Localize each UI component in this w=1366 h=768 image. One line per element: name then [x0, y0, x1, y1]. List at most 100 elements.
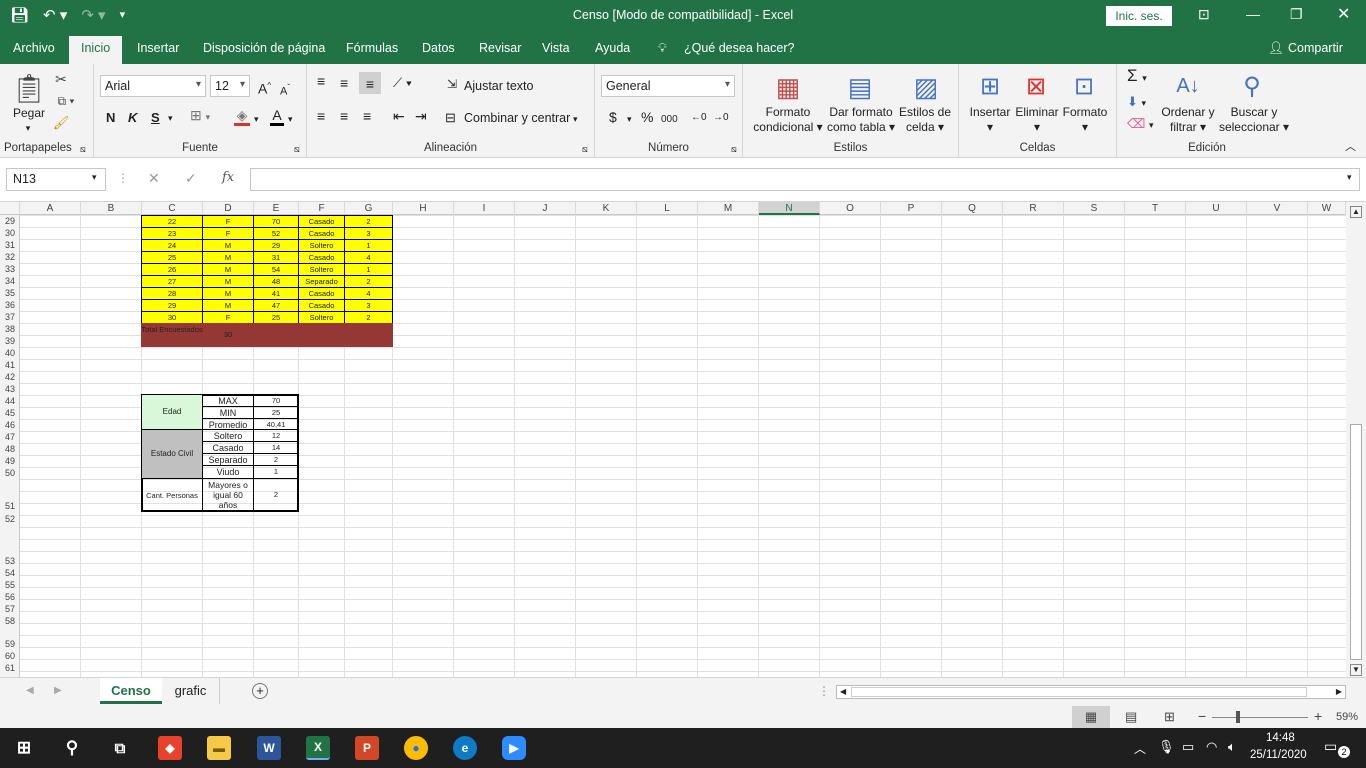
column-header[interactable]: E [254, 202, 299, 215]
paste-dropdown-icon[interactable]: ▾ [20, 121, 36, 136]
merge-center-icon[interactable]: ⊟ [445, 110, 456, 125]
search-icon[interactable]: ⚲ [60, 736, 84, 760]
tab-revisar[interactable]: Revisar [479, 41, 521, 55]
increase-indent-icon[interactable]: ⇥ [415, 109, 427, 124]
clipboard-launcher-icon[interactable]: ⧅ [80, 142, 86, 157]
tab-vista[interactable]: Vista [542, 41, 570, 55]
volume-icon[interactable]: 🔈︎ [1228, 739, 1236, 755]
scroll-down-icon[interactable]: ▼ [1350, 664, 1362, 676]
tray-chevron-icon[interactable]: ︿ [1134, 740, 1146, 757]
sort-filter-button[interactable]: Ordenar y filtrar ▾ [1157, 105, 1219, 135]
format-as-table-icon[interactable]: ▤ [843, 70, 877, 104]
column-header[interactable]: T [1125, 202, 1186, 215]
row-header[interactable]: 53 [0, 556, 20, 566]
worksheet-grid[interactable]: 22 F 70 Casado 2 23 F 52 Casado 3 24 M 2… [20, 215, 1346, 677]
increase-decimal-icon[interactable]: ←0 [691, 110, 707, 125]
row-header[interactable]: 58 [0, 616, 20, 626]
sign-in-button[interactable]: Inic. ses. [1106, 6, 1172, 26]
row-header[interactable]: 29 [0, 216, 20, 226]
cell-styles-icon[interactable]: ▨ [909, 70, 943, 104]
total-value[interactable]: 30 [202, 324, 254, 346]
thousands-button[interactable]: 000 [661, 112, 678, 127]
row-header[interactable]: 40 [0, 348, 20, 358]
font-name-select[interactable]: Arial [100, 75, 206, 97]
column-header[interactable]: C [142, 202, 203, 215]
underline-dropdown-icon[interactable]: ▾ [168, 111, 173, 126]
tab-inicio[interactable]: Inicio [69, 36, 123, 64]
clear-icon[interactable]: ⌫ ▾ [1127, 116, 1154, 133]
formula-input[interactable] [250, 168, 1360, 191]
hscroll-thumb[interactable] [851, 687, 1307, 697]
zoom-level[interactable]: 59% [1336, 711, 1358, 723]
anydesk-icon[interactable]: ◆ [158, 736, 182, 760]
delete-cells-icon[interactable]: ⊠ [1021, 70, 1051, 102]
battery-icon[interactable]: ▭ [1182, 739, 1194, 755]
increase-font-icon[interactable]: A^ [258, 78, 271, 97]
clock-date[interactable]: 25/11/2020 [1250, 749, 1307, 761]
scroll-right-icon[interactable]: ▶ [1336, 686, 1342, 698]
name-box-dropdown-icon[interactable]: ▾ [92, 172, 97, 183]
column-header[interactable]: J [515, 202, 576, 215]
bold-button[interactable]: N [106, 110, 115, 125]
align-top-icon[interactable]: ≡ [317, 74, 325, 89]
column-header[interactable]: F [299, 202, 345, 215]
tab-datos[interactable]: Datos [422, 41, 455, 55]
row-header[interactable]: 39 [0, 336, 20, 346]
sheet-tab-censo[interactable]: Censo [100, 678, 162, 704]
powerpoint-icon[interactable]: P [355, 736, 379, 760]
normal-view-icon[interactable]: ▦ [1072, 706, 1110, 728]
expand-formula-icon[interactable]: ▾ [1347, 172, 1352, 183]
currency-button[interactable]: $ [609, 110, 617, 125]
row-header[interactable]: 47 [0, 432, 20, 442]
file-explorer-icon[interactable]: ▬ [207, 736, 231, 760]
row-header[interactable]: 59 [0, 639, 20, 649]
number-format-select[interactable]: General [601, 75, 735, 97]
windows-start-icon[interactable]: ⊞ [12, 736, 36, 760]
italic-button[interactable]: K [128, 110, 137, 125]
row-header[interactable]: 35 [0, 288, 20, 298]
column-header[interactable]: O [820, 202, 881, 215]
column-header[interactable]: A [20, 202, 81, 215]
row-header[interactable]: 38 [0, 324, 20, 334]
insert-cells-button[interactable]: Insertar ▾ [967, 105, 1013, 135]
row-header[interactable]: 50 [0, 468, 20, 478]
zoom-slider-thumb[interactable] [1236, 711, 1240, 723]
decrease-indent-icon[interactable]: ⇤ [393, 109, 405, 124]
tab-formulas[interactable]: Fórmulas [346, 41, 398, 55]
row-header[interactable]: 46 [0, 420, 20, 430]
select-all-corner[interactable] [0, 202, 20, 215]
add-sheet-button[interactable]: + [252, 683, 268, 699]
summary-cell[interactable]: 1 [253, 465, 299, 479]
column-header[interactable]: M [698, 202, 759, 215]
wrap-text-icon[interactable]: ⇲ [447, 77, 457, 92]
row-header[interactable]: 31 [0, 240, 20, 250]
cell-styles-button[interactable]: Estilos de celda ▾ [897, 105, 953, 135]
confirm-entry-icon[interactable]: ✓ [185, 170, 197, 187]
vertical-scrollbar[interactable]: ▲ ▼ [1346, 202, 1366, 677]
currency-dropdown-icon[interactable]: ▾ [627, 112, 632, 127]
insert-cells-icon[interactable]: ⊞ [975, 70, 1005, 102]
horizontal-scrollbar[interactable]: ◀ ▶ [836, 685, 1346, 699]
orientation-icon[interactable]: ⟋ ▾ [393, 75, 412, 90]
column-header[interactable]: G [345, 202, 393, 215]
row-header[interactable]: 54 [0, 568, 20, 578]
row-header[interactable]: 33 [0, 264, 20, 274]
total-label[interactable]: Total Encuestados [141, 324, 203, 346]
share-button[interactable]: Compartir [1288, 41, 1343, 55]
row-header[interactable]: 55 [0, 580, 20, 590]
cut-icon[interactable]: ✂ [52, 70, 70, 88]
row-header[interactable]: 52 [0, 514, 20, 524]
row-header[interactable]: 37 [0, 312, 20, 322]
row-header[interactable]: 49 [0, 456, 20, 466]
format-cells-icon[interactable]: ⊡ [1069, 70, 1099, 102]
column-header[interactable]: B [81, 202, 142, 215]
zoom-slider[interactable] [1212, 717, 1308, 718]
row-header[interactable]: 43 [0, 384, 20, 394]
alignment-launcher-icon[interactable]: ⧅ [582, 142, 588, 157]
tell-me-input[interactable]: ¿Qué desea hacer? [684, 41, 795, 55]
sort-filter-icon[interactable]: A↓ [1173, 70, 1203, 102]
microphone-icon[interactable]: 🎙︎ [1158, 739, 1175, 755]
row-header[interactable]: 30 [0, 228, 20, 238]
column-header[interactable]: K [576, 202, 637, 215]
column-header[interactable]: H [393, 202, 454, 215]
